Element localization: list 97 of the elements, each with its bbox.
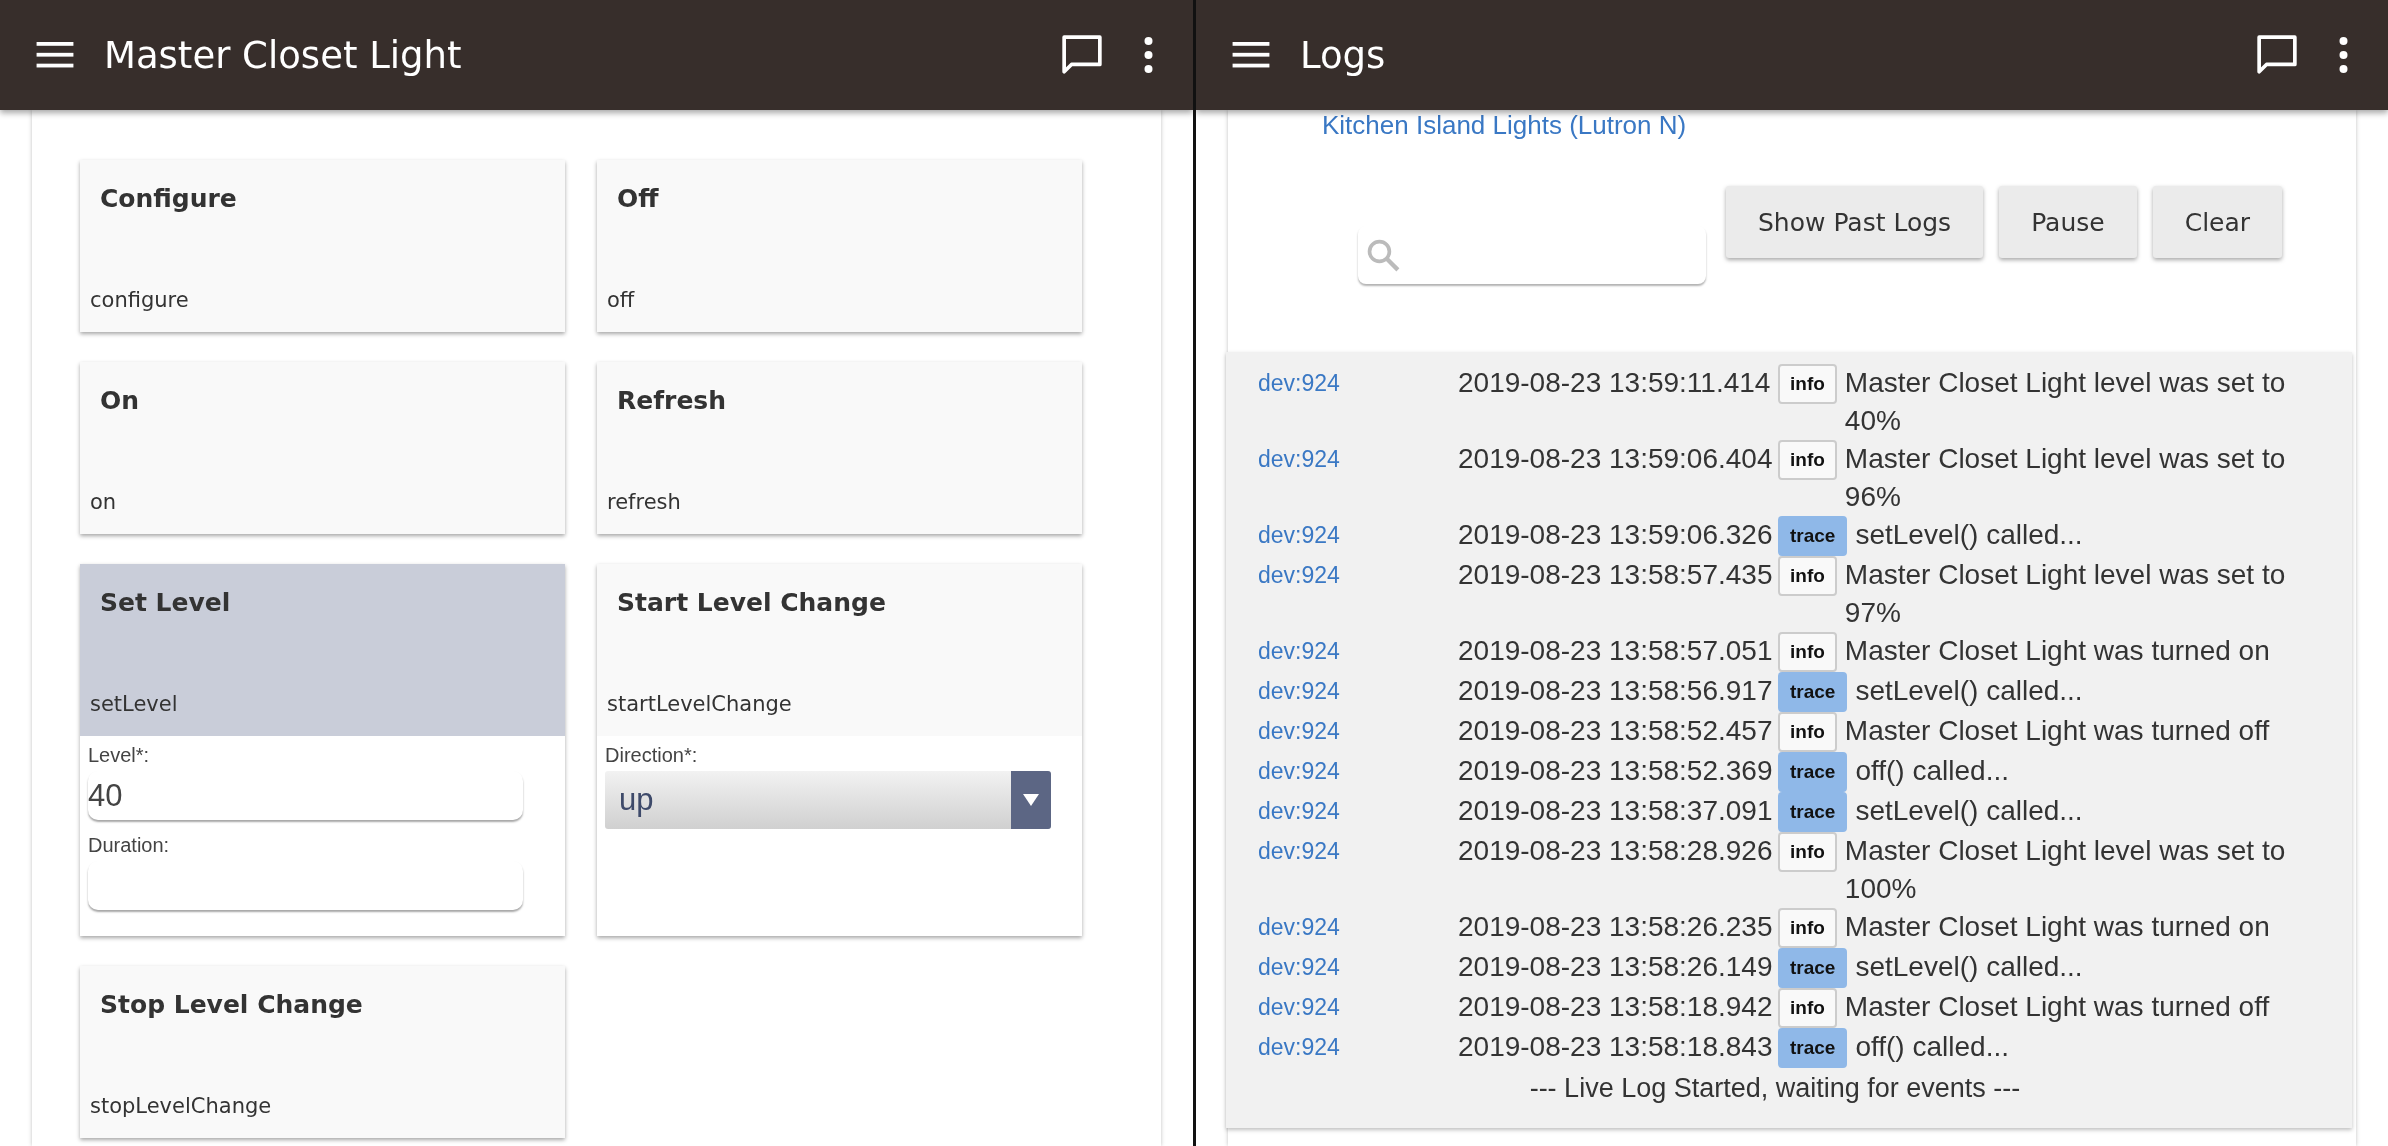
log-time: 2019-08-23 13:58:18.843 <box>1458 1030 1770 1064</box>
log-message: Master Closet Light was turned off <box>1844 990 2271 1024</box>
toolbar-button[interactable]: Clear <box>2152 186 2283 258</box>
toolbar-button[interactable]: Show Past Logs <box>1726 186 1984 258</box>
source-link[interactable]: dev:924 <box>1258 672 1458 710</box>
log-message: off() called... <box>1855 1030 2010 1064</box>
level-badge: info <box>1778 440 1837 480</box>
log-time: 2019-08-23 13:58:26.235 <box>1458 910 1770 944</box>
log-time: 2019-08-23 13:58:52.457 <box>1458 714 1770 748</box>
source-link[interactable]: dev:924 <box>1258 364 1458 402</box>
source-link[interactable]: dev:924 <box>1258 948 1458 986</box>
log-time: 2019-08-23 13:59:06.326 <box>1458 518 1770 552</box>
log-time: 2019-08-23 13:58:26.149 <box>1458 950 1770 984</box>
log-time: 2019-08-23 13:58:57.435 <box>1458 558 1770 592</box>
more-icon[interactable] <box>2339 37 2348 73</box>
log-time: 2019-08-23 13:58:56.917 <box>1458 674 1770 708</box>
source-link[interactable]: dev:924 <box>1258 516 1458 554</box>
log-message: Master Closet Light was turned on <box>1844 634 2271 668</box>
log-message: Master Closet Light level was set to 100% <box>1844 834 2287 906</box>
command-name: configure <box>90 288 189 312</box>
log-time: 2019-08-23 13:59:06.404 <box>1458 442 1770 476</box>
page-title: Master Closet Light <box>104 33 463 77</box>
command-tile[interactable]: Start Level Change startLevelChange <box>597 564 1082 736</box>
field-label: Level*: <box>88 744 150 767</box>
level-badge: info <box>1778 908 1837 948</box>
log-message: Master Closet Light was turned off <box>1844 714 2271 748</box>
input-field[interactable]: 40 <box>88 771 523 820</box>
field-label: Duration: <box>88 834 170 857</box>
command-title: Refresh <box>617 386 727 415</box>
log-message: setLevel() called... <box>1855 518 2084 552</box>
source-link[interactable]: dev:924 <box>1258 832 1458 870</box>
input-field[interactable] <box>88 861 523 910</box>
level-badge: trace <box>1778 792 1848 832</box>
source-link[interactable]: dev:924 <box>1258 752 1458 790</box>
command-title: Stop Level Change <box>100 990 363 1019</box>
log-time: 2019-08-23 13:58:37.091 <box>1458 794 1770 828</box>
source-link[interactable]: dev:924 <box>1258 988 1458 1026</box>
log-message: setLevel() called... <box>1855 794 2084 828</box>
command-tile[interactable]: Configure configure <box>80 160 565 332</box>
log-time: 2019-08-23 13:58:28.926 <box>1458 834 1770 868</box>
level-badge: trace <box>1778 1028 1848 1068</box>
source-link[interactable]: dev:924 <box>1258 908 1458 946</box>
level-badge: trace <box>1778 752 1848 792</box>
menu-icon[interactable] <box>1232 42 1270 68</box>
command-title: Configure <box>100 184 237 213</box>
log-message: Master Closet Light level was set to 40% <box>1844 366 2287 438</box>
level-badge: info <box>1778 832 1837 872</box>
log-message: Master Closet Light was turned on <box>1844 910 2271 944</box>
command-tile[interactable]: Set Level setLevel <box>80 564 565 736</box>
dropdown-field[interactable]: up <box>605 771 1051 829</box>
level-badge: info <box>1778 988 1837 1028</box>
log-message: setLevel() called... <box>1855 674 2084 708</box>
command-name: on <box>90 490 117 514</box>
level-badge: info <box>1778 364 1837 404</box>
level-badge: info <box>1778 556 1837 596</box>
page-title: Logs <box>1300 33 1387 77</box>
device-link[interactable]: Kitchen Island Lights (Lutron N) <box>1322 110 1687 140</box>
command-tile[interactable]: On on <box>80 362 565 534</box>
toolbar-button[interactable]: Pause <box>1999 186 2137 258</box>
level-badge: info <box>1778 632 1837 672</box>
source-link[interactable]: dev:924 <box>1258 632 1458 670</box>
command-tile[interactable]: Stop Level Change stopLevelChange <box>80 966 565 1138</box>
command-name: refresh <box>607 490 681 514</box>
command-name: setLevel <box>90 692 178 716</box>
menu-icon[interactable] <box>36 42 74 68</box>
source-link[interactable]: dev:924 <box>1258 440 1458 478</box>
level-badge: trace <box>1778 948 1848 988</box>
command-tile[interactable]: Off off <box>597 160 1082 332</box>
log-time: 2019-08-23 13:58:57.051 <box>1458 634 1770 668</box>
log-message: off() called... <box>1855 754 2010 788</box>
more-icon[interactable] <box>1144 37 1153 73</box>
log-time: 2019-08-23 13:58:18.942 <box>1458 990 1770 1024</box>
command-name: startLevelChange <box>607 692 792 716</box>
log-message: setLevel() called... <box>1855 950 2084 984</box>
log-message: Master Closet Light level was set to 97% <box>1844 558 2287 630</box>
command-title: Start Level Change <box>617 588 886 617</box>
caret-icon <box>1023 794 1039 806</box>
source-link[interactable]: dev:924 <box>1258 792 1458 830</box>
chat-icon[interactable] <box>1060 34 1104 76</box>
log-time: 2019-08-23 13:59:11.414 <box>1458 366 1770 400</box>
command-tile[interactable]: Refresh refresh <box>597 362 1082 534</box>
command-title: On <box>100 386 140 415</box>
command-name: off <box>607 288 635 312</box>
field-label: Direction*: <box>605 744 698 767</box>
level-badge: info <box>1778 712 1837 752</box>
command-title: Set Level <box>100 588 231 617</box>
source-link[interactable]: dev:924 <box>1258 556 1458 594</box>
chat-icon[interactable] <box>2255 34 2299 76</box>
log-status: --- Live Log Started, waiting for events --- <box>1528 1072 2022 1105</box>
log-time: 2019-08-23 13:58:52.369 <box>1458 754 1770 788</box>
source-link[interactable]: dev:924 <box>1258 1028 1458 1066</box>
source-link[interactable]: dev:924 <box>1258 712 1458 750</box>
search-icon <box>1366 238 1400 272</box>
level-badge: trace <box>1778 672 1848 712</box>
level-badge: trace <box>1778 516 1848 556</box>
command-name: stopLevelChange <box>90 1094 272 1118</box>
command-title: Off <box>617 184 659 213</box>
